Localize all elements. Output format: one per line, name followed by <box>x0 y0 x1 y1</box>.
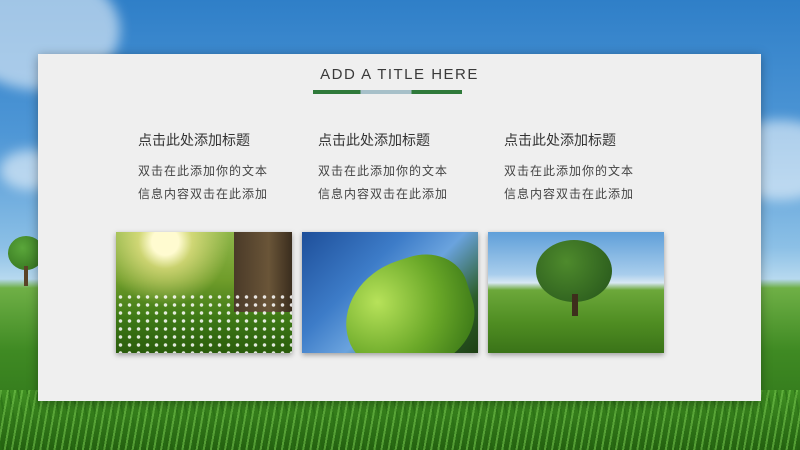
text-column-3: 点击此处添加标题 双击在此添加你的文本 信息内容双击在此添加 <box>504 130 680 206</box>
text-column-1: 点击此处添加标题 双击在此添加你的文本 信息内容双击在此添加 <box>138 130 314 206</box>
column-body[interactable]: 双击在此添加你的文本 信息内容双击在此添加 <box>504 160 680 206</box>
column-body-line: 信息内容双击在此添加 <box>138 187 269 201</box>
slide-title[interactable]: ADD A TITLE HERE <box>38 66 761 83</box>
column-body-line: 双击在此添加你的文本 <box>318 164 449 178</box>
column-heading[interactable]: 点击此处添加标题 <box>504 130 680 150</box>
column-heading[interactable]: 点击此处添加标题 <box>318 130 494 150</box>
column-heading[interactable]: 点击此处添加标题 <box>138 130 314 150</box>
column-body-line: 信息内容双击在此添加 <box>504 187 635 201</box>
column-body-line: 双击在此添加你的文本 <box>504 164 635 178</box>
title-underline <box>313 90 462 94</box>
text-column-2: 点击此处添加标题 双击在此添加你的文本 信息内容双击在此添加 <box>318 130 494 206</box>
content-panel: ADD A TITLE HERE 点击此处添加标题 双击在此添加你的文本 信息内… <box>38 54 761 401</box>
photo-forest-flowers[interactable] <box>116 232 292 353</box>
column-body[interactable]: 双击在此添加你的文本 信息内容双击在此添加 <box>138 160 314 206</box>
photo-green-leaf[interactable] <box>302 232 478 353</box>
column-body[interactable]: 双击在此添加你的文本 信息内容双击在此添加 <box>318 160 494 206</box>
column-body-line: 双击在此添加你的文本 <box>138 164 269 178</box>
photo-meadow-tree[interactable] <box>488 232 664 353</box>
column-body-line: 信息内容双击在此添加 <box>318 187 449 201</box>
